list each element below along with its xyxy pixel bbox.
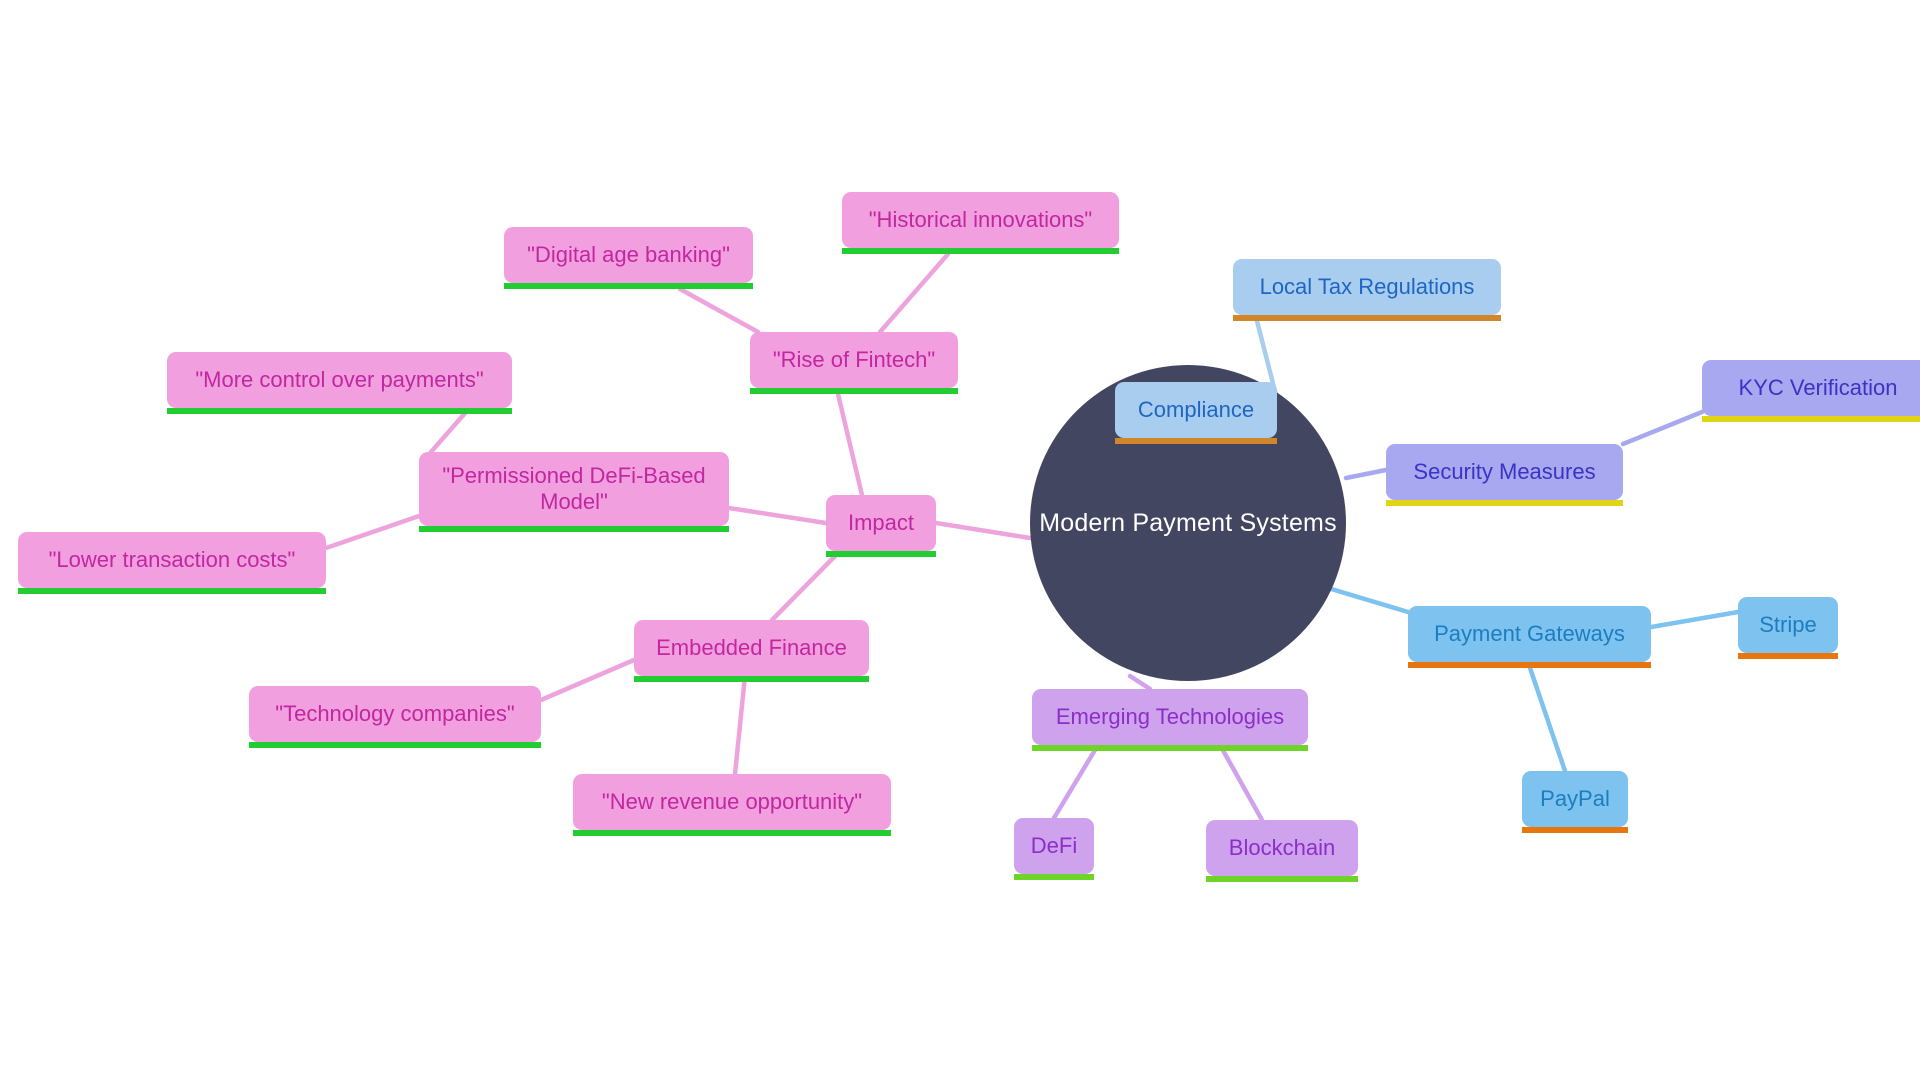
node-embedded_finance[interactable]: Embedded Finance xyxy=(634,620,869,682)
node-rise_of_fintech[interactable]: "Rise of Fintech" xyxy=(750,332,958,394)
node-permissioned_defi-label: "Permissioned DeFi-Based Model" xyxy=(442,463,706,514)
node-payment_gateways-label: Payment Gateways xyxy=(1434,621,1625,647)
node-compliance-underline xyxy=(1115,438,1277,444)
edge-embedded_finance-to-new_revenue xyxy=(732,673,748,777)
node-compliance-label: Compliance xyxy=(1137,397,1255,423)
node-new_revenue-underline xyxy=(573,830,891,836)
edge-impact-to-embedded_finance xyxy=(769,548,843,623)
node-paypal-label: PayPal xyxy=(1540,786,1610,812)
node-rise_of_fintech-underline xyxy=(750,388,958,394)
node-impact-underline xyxy=(826,551,936,557)
root-node-label: Modern Payment Systems xyxy=(1039,508,1337,537)
node-historical_innovations[interactable]: "Historical innovations" xyxy=(842,192,1119,254)
node-rise_of_fintech-label: "Rise of Fintech" xyxy=(772,347,936,373)
edge-security_measures-to-kyc_verification xyxy=(1620,409,1705,447)
node-emerging_tech[interactable]: Emerging Technologies xyxy=(1032,689,1308,751)
edge-root-to-impact xyxy=(933,520,1033,541)
node-blockchain-label: Blockchain xyxy=(1228,835,1336,861)
edge-root-to-emerging_tech xyxy=(1127,673,1153,692)
node-stripe-label: Stripe xyxy=(1759,612,1817,638)
edge-rise_of_fintech-to-digital_age_banking xyxy=(677,286,761,335)
node-lower_costs-underline xyxy=(18,588,326,594)
node-more_control[interactable]: "More control over payments" xyxy=(167,352,512,414)
node-embedded_finance-label: Embedded Finance xyxy=(656,635,847,661)
edge-permissioned_defi-to-more_control xyxy=(428,409,469,455)
node-blockchain[interactable]: Blockchain xyxy=(1206,820,1358,882)
node-lower_costs-label: "Lower transaction costs" xyxy=(48,547,296,573)
node-kyc_verification-underline xyxy=(1702,416,1920,422)
node-paypal[interactable]: PayPal xyxy=(1522,771,1628,833)
node-historical_innovations-underline xyxy=(842,248,1119,254)
node-stripe[interactable]: Stripe xyxy=(1738,597,1838,659)
edge-impact-to-permissioned_defi xyxy=(726,505,829,526)
node-emerging_tech-label: Emerging Technologies xyxy=(1055,704,1285,730)
node-security_measures-label: Security Measures xyxy=(1413,459,1596,485)
edge-impact-to-rise_of_fintech xyxy=(835,391,865,498)
node-blockchain-underline xyxy=(1206,876,1358,882)
node-security_measures-underline xyxy=(1386,500,1623,506)
node-impact[interactable]: Impact xyxy=(826,495,936,557)
node-payment_gateways[interactable]: Payment Gateways xyxy=(1408,606,1651,668)
node-compliance[interactable]: Compliance xyxy=(1115,382,1277,444)
edge-rise_of_fintech-to-historical_innovations xyxy=(877,251,951,335)
node-kyc_verification-label: KYC Verification xyxy=(1738,375,1898,401)
node-historical_innovations-label: "Historical innovations" xyxy=(868,207,1093,233)
edge-emerging_tech-to-defi xyxy=(1051,742,1101,821)
node-defi-underline xyxy=(1014,874,1094,880)
node-security_measures[interactable]: Security Measures xyxy=(1386,444,1623,506)
edge-root-to-security_measures xyxy=(1343,467,1389,481)
node-digital_age_banking[interactable]: "Digital age banking" xyxy=(504,227,753,289)
node-permissioned_defi-underline xyxy=(419,526,729,532)
node-embedded_finance-underline xyxy=(634,676,869,682)
node-technology_companies[interactable]: "Technology companies" xyxy=(249,686,541,748)
node-new_revenue[interactable]: "New revenue opportunity" xyxy=(573,774,891,836)
node-permissioned_defi[interactable]: "Permissioned DeFi-Based Model" xyxy=(419,452,729,532)
node-local_tax-underline xyxy=(1233,315,1501,321)
node-digital_age_banking-label: "Digital age banking" xyxy=(527,242,730,268)
edge-payment_gateways-to-stripe xyxy=(1648,609,1741,630)
mindmap-canvas: Modern Payment Systems Compliance Local Ta… xyxy=(0,0,1920,1080)
node-paypal-underline xyxy=(1522,827,1628,833)
node-defi-label: DeFi xyxy=(1030,833,1078,859)
node-emerging_tech-underline xyxy=(1032,745,1308,751)
node-new_revenue-label: "New revenue opportunity" xyxy=(601,789,863,815)
edge-embedded_finance-to-technology_companies xyxy=(538,657,637,703)
node-more_control-underline xyxy=(167,408,512,414)
edge-emerging_tech-to-blockchain xyxy=(1217,742,1265,823)
node-technology_companies-underline xyxy=(249,742,541,748)
node-technology_companies-label: "Technology companies" xyxy=(275,701,515,727)
node-stripe-underline xyxy=(1738,653,1838,659)
node-payment_gateways-underline xyxy=(1408,662,1651,668)
node-local_tax-label: Local Tax Regulations xyxy=(1259,274,1475,300)
edge-payment_gateways-to-paypal xyxy=(1525,659,1568,774)
node-more_control-label: "More control over payments" xyxy=(195,367,484,393)
node-local_tax[interactable]: Local Tax Regulations xyxy=(1233,259,1501,321)
node-digital_age_banking-underline xyxy=(504,283,753,289)
node-impact-label: Impact xyxy=(847,510,915,536)
node-kyc_verification[interactable]: KYC Verification xyxy=(1702,360,1920,422)
node-defi[interactable]: DeFi xyxy=(1014,818,1094,880)
node-lower_costs[interactable]: "Lower transaction costs" xyxy=(18,532,326,594)
edge-permissioned_defi-to-lower_costs xyxy=(323,513,422,551)
